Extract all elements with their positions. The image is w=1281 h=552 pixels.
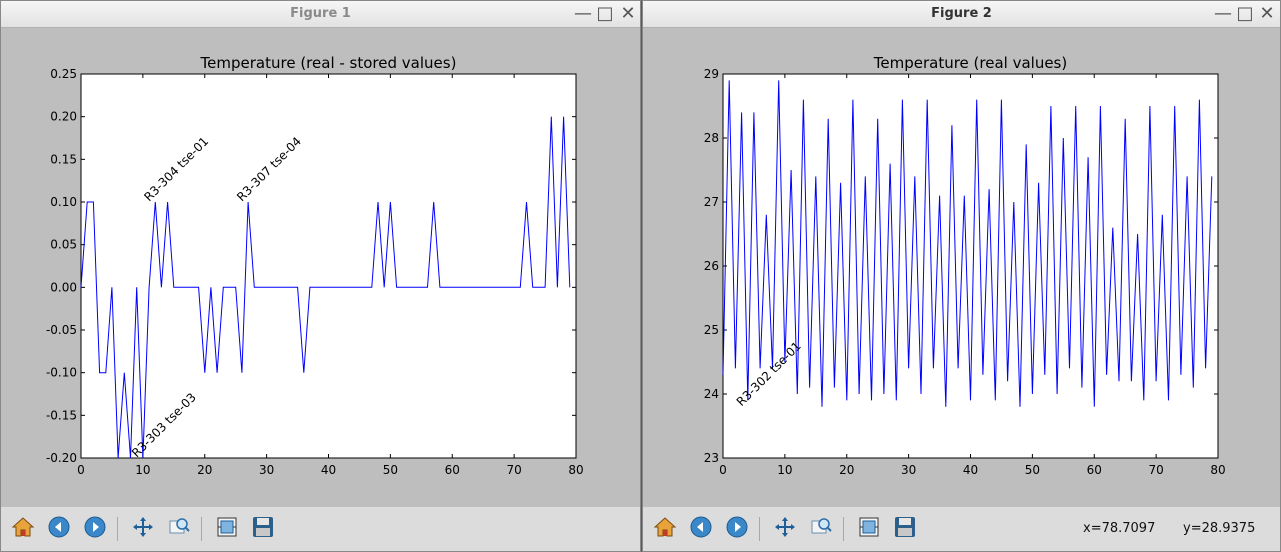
chart-title: Temperature (real values)	[873, 54, 1067, 72]
x-coordinate-readout: x=78.7097	[1083, 521, 1156, 536]
forward-icon	[725, 515, 749, 543]
back-icon	[47, 515, 71, 543]
y-tick-label: 0.00	[50, 280, 77, 294]
save-icon	[893, 515, 917, 543]
minimize-icon[interactable]: —	[1213, 4, 1233, 24]
save-button[interactable]	[249, 515, 277, 543]
navigation-toolbar	[1, 507, 640, 551]
window-title: Figure 2	[931, 6, 992, 21]
forward-button[interactable]	[81, 515, 109, 543]
configure-subplots-button[interactable]	[855, 515, 883, 543]
toolbar-separator	[117, 517, 118, 541]
close-icon[interactable]: ✕	[1257, 4, 1277, 24]
maximize-icon[interactable]: □	[595, 4, 615, 24]
x-tick-label: 70	[506, 463, 521, 477]
y-tick-label: -0.10	[46, 366, 77, 380]
x-tick-label: 60	[445, 463, 460, 477]
x-tick-label: 30	[259, 463, 274, 477]
x-tick-label: 20	[197, 463, 212, 477]
y-tick-label: -0.15	[46, 408, 77, 422]
window-titlebar[interactable]: Figure 1	[1, 1, 640, 28]
x-tick-label: 10	[777, 463, 792, 477]
x-tick-label: 70	[1148, 463, 1163, 477]
close-icon[interactable]: ✕	[618, 4, 638, 24]
x-tick-label: 50	[1025, 463, 1040, 477]
pan-button[interactable]	[771, 515, 799, 543]
y-tick-label: 0.10	[50, 195, 77, 209]
x-tick-label: 30	[901, 463, 916, 477]
window-title: Figure 1	[290, 6, 351, 21]
configure-subplots-button[interactable]	[213, 515, 241, 543]
y-tick-label: 27	[704, 195, 719, 209]
zoom-icon	[809, 515, 833, 543]
home-icon	[11, 515, 35, 543]
y-coordinate-readout: y=28.9375	[1183, 521, 1256, 536]
x-tick-label: 20	[839, 463, 854, 477]
plot-canvas[interactable]: Temperature (real - stored values) 0 10 20 3…	[1, 28, 640, 507]
forward-button[interactable]	[723, 515, 751, 543]
y-tick-label: 0.20	[50, 110, 77, 124]
x-tick-label: 60	[1087, 463, 1102, 477]
configure-subplots-icon	[215, 515, 239, 543]
x-tick-label: 10	[135, 463, 150, 477]
y-tick-label: 24	[704, 387, 719, 401]
home-button[interactable]	[9, 515, 37, 543]
y-tick-label: 26	[704, 259, 719, 273]
save-button[interactable]	[891, 515, 919, 543]
plot-canvas[interactable]: Temperature (real values) 0 10 20 30 40 50 60 70…	[643, 28, 1280, 507]
maximize-icon[interactable]: □	[1235, 4, 1255, 24]
forward-icon	[83, 515, 107, 543]
y-tick-label: 0.05	[50, 238, 77, 252]
window-titlebar[interactable]: Figure 2	[643, 1, 1280, 28]
x-tick-label: 80	[1210, 463, 1225, 477]
y-tick-label: 23	[704, 451, 719, 465]
plot-area	[80, 73, 577, 459]
configure-subplots-icon	[857, 515, 881, 543]
save-icon	[251, 515, 275, 543]
toolbar-separator	[843, 517, 844, 541]
navigation-toolbar: x=78.7097 y=28.9375	[643, 507, 1280, 551]
toolbar-separator	[201, 517, 202, 541]
y-tick-label: -0.05	[46, 323, 77, 337]
toolbar-separator	[759, 517, 760, 541]
zoom-button[interactable]	[807, 515, 835, 543]
x-tick-label: 40	[963, 463, 978, 477]
y-tick-label: 0.25	[50, 67, 77, 81]
pan-icon	[131, 515, 155, 543]
y-tick-label: 25	[704, 323, 719, 337]
back-icon	[689, 515, 713, 543]
y-tick-label: 28	[704, 131, 719, 145]
chart-title: Temperature (real - stored values)	[200, 54, 457, 72]
y-tick-label: 0.15	[50, 152, 77, 166]
figure-2-window: Figure 2 — □ ✕ Temperature (real values)…	[642, 0, 1281, 552]
home-button[interactable]	[651, 515, 679, 543]
zoom-icon	[167, 515, 191, 543]
back-button[interactable]	[45, 515, 73, 543]
x-tick-label: 50	[383, 463, 398, 477]
pan-icon	[773, 515, 797, 543]
minimize-icon[interactable]: —	[573, 4, 593, 24]
home-icon	[653, 515, 677, 543]
x-tick-label: 80	[568, 463, 583, 477]
y-tick-label: 29	[704, 67, 719, 81]
figure-1-window: Figure 1 — □ ✕ Temperature (real - store…	[0, 0, 641, 552]
x-tick-label: 40	[321, 463, 336, 477]
pan-button[interactable]	[129, 515, 157, 543]
y-tick-label: -0.20	[46, 451, 77, 465]
back-button[interactable]	[687, 515, 715, 543]
zoom-button[interactable]	[165, 515, 193, 543]
x-tick-label: 0	[77, 463, 85, 477]
x-tick-label: 0	[719, 463, 727, 477]
